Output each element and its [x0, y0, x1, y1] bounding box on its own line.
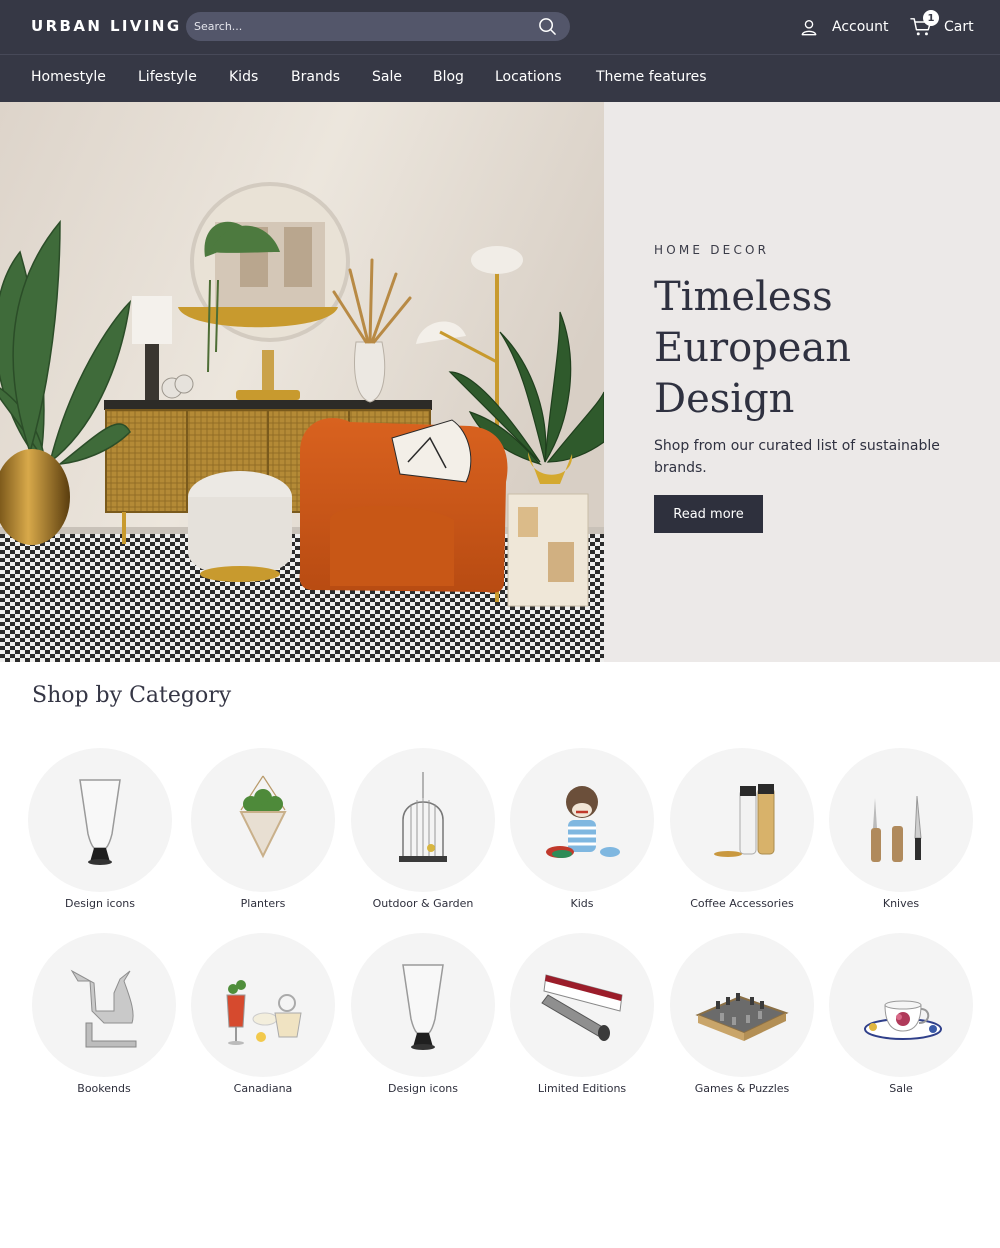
category-image: [191, 748, 335, 892]
category-kids[interactable]: Kids: [502, 748, 662, 918]
category-image: [670, 748, 814, 892]
category-image: [829, 933, 973, 1077]
glass-vase-icon: [79, 779, 121, 865]
hero-title-line: European: [654, 325, 852, 371]
category-label: Knives: [882, 897, 920, 910]
category-image: [28, 748, 172, 892]
read-more-button[interactable]: Read more: [654, 495, 763, 533]
nav-item-brands[interactable]: Brands: [291, 69, 340, 85]
cocktail-glasses-icon: [226, 980, 302, 1045]
category-planters[interactable]: Planters: [183, 748, 343, 918]
category-label: Games & Puzzles: [694, 1082, 790, 1095]
cart-count-badge: 1: [923, 10, 939, 26]
category-label: Design icons: [64, 897, 135, 910]
cat-bookend-icon: [70, 969, 137, 1048]
category-image: [510, 933, 654, 1077]
glass-vase-icon: [402, 964, 444, 1050]
category-label: Limited Editions: [537, 1082, 627, 1095]
category-image: [670, 933, 814, 1077]
sock-monkey-icon: [546, 786, 620, 858]
category-bookends[interactable]: Bookends: [24, 933, 184, 1103]
category-label: Kids: [570, 897, 594, 910]
category-sale[interactable]: Sale: [821, 933, 981, 1103]
category-canadiana[interactable]: Canadiana: [183, 933, 343, 1103]
nav-item-lifestyle[interactable]: Lifestyle: [138, 69, 197, 85]
account-link[interactable]: Account: [800, 14, 889, 40]
category-coffee-accessories[interactable]: Coffee Accessories: [662, 748, 822, 918]
top-bar: URBAN LIVING Account Cart 1: [0, 0, 1000, 54]
category-image: [351, 748, 495, 892]
teacup-icon: [864, 1000, 942, 1040]
coffee-grinder-icon: [714, 784, 775, 857]
category-image: [510, 748, 654, 892]
store-logo[interactable]: URBAN LIVING: [31, 17, 182, 35]
cart-link[interactable]: Cart: [910, 14, 974, 40]
category-games-puzzles[interactable]: Games & Puzzles: [662, 933, 822, 1103]
category-image: [829, 748, 973, 892]
category-image: [32, 933, 176, 1077]
nav-item-locations[interactable]: Locations: [495, 69, 562, 85]
category-outdoor-garden[interactable]: Outdoor & Garden: [343, 748, 503, 918]
cart-label: Cart: [944, 19, 974, 35]
category-image: [351, 933, 495, 1077]
tube-opener-icon: [541, 974, 623, 1041]
nav-item-theme-features[interactable]: Theme features: [596, 69, 707, 85]
search-icon[interactable]: [538, 17, 557, 36]
category-label: Bookends: [77, 1082, 131, 1095]
nav-item-blog[interactable]: Blog: [433, 69, 464, 85]
category-limited-editions[interactable]: Limited Editions: [502, 933, 662, 1103]
knives-icon: [871, 795, 922, 862]
hero-title-line: Design: [654, 376, 795, 422]
search-bar[interactable]: [186, 12, 570, 41]
account-label: Account: [832, 19, 889, 35]
hero-title-line: Timeless: [654, 274, 833, 320]
search-input[interactable]: [194, 12, 524, 41]
nav-item-kids[interactable]: Kids: [229, 69, 258, 85]
category-design-icons-2[interactable]: Design icons: [343, 933, 503, 1103]
main-navigation: Homestyle Lifestyle Kids Brands Sale Blo…: [0, 54, 1000, 102]
category-label: Design icons: [387, 1082, 458, 1095]
category-image: [191, 933, 335, 1077]
hero-eyebrow: HOME DECOR: [654, 243, 770, 257]
category-label: Coffee Accessories: [690, 897, 794, 910]
category-label: Planters: [240, 897, 286, 910]
hero-description: Shop from our curated list of sustainabl…: [654, 438, 940, 476]
category-label: Sale: [889, 1082, 913, 1095]
hanging-planter-icon: [239, 775, 287, 859]
hero-image: [0, 102, 604, 662]
nav-item-homestyle[interactable]: Homestyle: [31, 69, 106, 85]
living-room-illustration: [0, 102, 604, 662]
chess-set-icon: [695, 993, 789, 1041]
category-label: Outdoor & Garden: [372, 897, 474, 910]
nav-item-sale[interactable]: Sale: [372, 69, 402, 85]
section-title: Shop by Category: [32, 683, 232, 708]
birdcage-icon: [399, 772, 447, 862]
hero-panel: HOME DECOR Timeless European Design Shop…: [604, 102, 1000, 662]
category-knives[interactable]: Knives: [821, 748, 981, 918]
hero-title: Timeless European Design: [654, 272, 974, 425]
user-icon: [801, 20, 817, 36]
category-label: Canadiana: [233, 1082, 293, 1095]
category-design-icons[interactable]: Design icons: [20, 748, 180, 918]
